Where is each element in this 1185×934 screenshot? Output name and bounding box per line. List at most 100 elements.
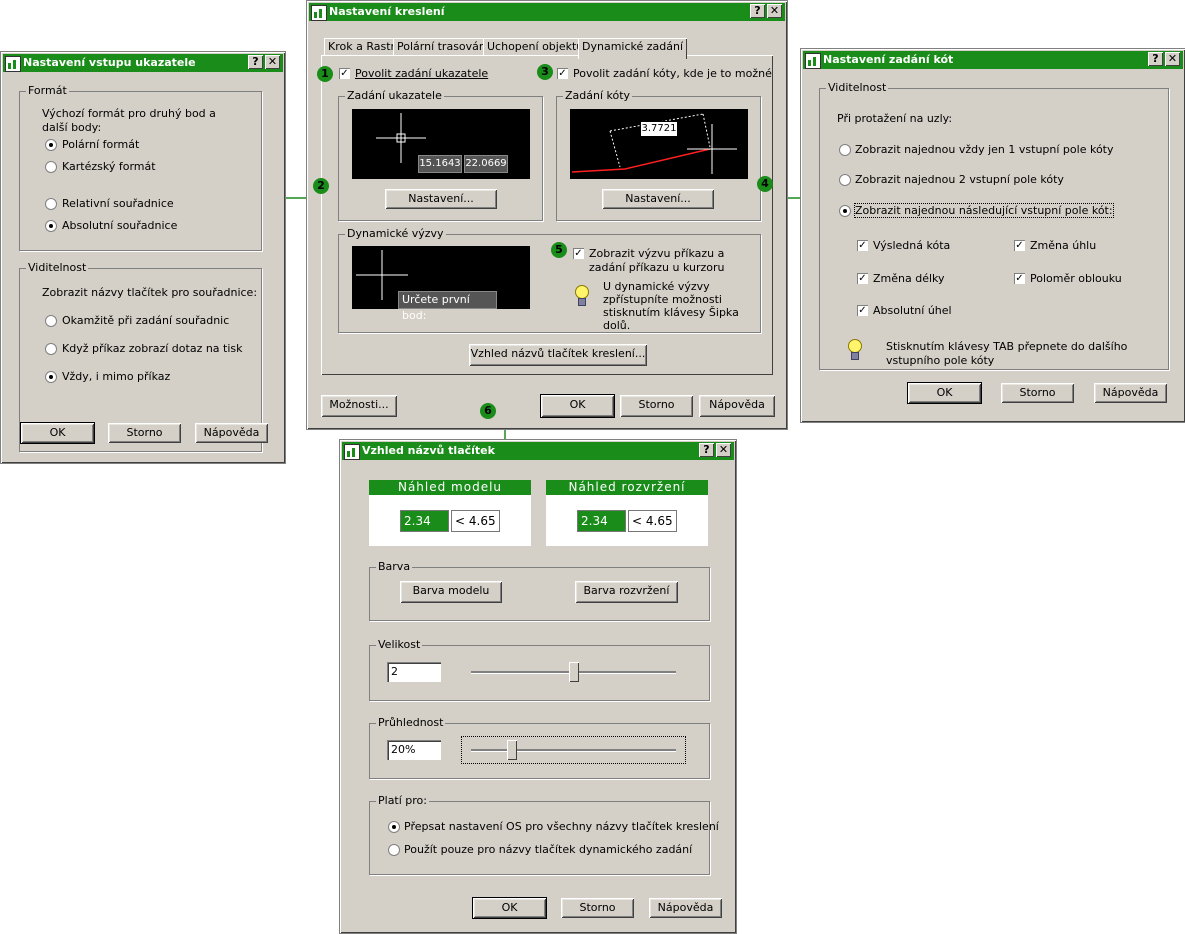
app-icon bbox=[5, 56, 21, 72]
help-icon[interactable]: ? bbox=[1148, 52, 1163, 66]
tooltip-appearance-dialog: Vzhled názvů tlačítek ? ✕ Náhled modelu … bbox=[339, 439, 737, 934]
dim-help-button[interactable]: Nápověda bbox=[1094, 383, 1167, 403]
close-icon[interactable]: ✕ bbox=[1165, 52, 1180, 66]
dim-visibility-group-label: Viditelnost bbox=[826, 81, 889, 94]
close-icon[interactable]: ✕ bbox=[265, 55, 280, 69]
polar-format-radio[interactable] bbox=[45, 139, 57, 151]
layout-preview-value2: < 4.65 bbox=[628, 510, 677, 532]
tab-snap-grid[interactable]: Krok a Rastr bbox=[324, 38, 400, 55]
show-prompts-checkbox[interactable]: ✓ bbox=[573, 248, 584, 259]
enable-dim-label: Povolit zadání kóty, kde je to možné bbox=[573, 67, 772, 80]
size-input[interactable]: 2 bbox=[387, 662, 441, 682]
size-slider-thumb[interactable] bbox=[568, 662, 579, 682]
layout-color-button[interactable]: Barva rozvržení bbox=[575, 581, 678, 603]
pointer-cancel-button[interactable]: Storno bbox=[108, 423, 181, 443]
dim-preview: 3.7721 bbox=[570, 109, 748, 179]
tooltip-dialog-titlebar[interactable]: Vzhled názvů tlačítek ? ✕ bbox=[342, 442, 734, 460]
app-icon bbox=[805, 53, 821, 69]
arc-radius-label: Poloměr oblouku bbox=[1030, 272, 1122, 285]
size-group: Velikost 2 bbox=[369, 638, 710, 701]
arc-radius-checkbox[interactable]: ✓ bbox=[1014, 273, 1025, 284]
color-group-label: Barva bbox=[376, 560, 413, 573]
dim-opt1-radio[interactable] bbox=[839, 144, 851, 156]
absolute-angle-checkbox[interactable]: ✓ bbox=[857, 305, 868, 316]
format-group-label: Formát bbox=[26, 84, 69, 97]
main-help-button[interactable]: Nápověda bbox=[699, 395, 775, 417]
apply-dynamic-only-radio[interactable] bbox=[388, 844, 400, 856]
tooltip-cancel-button[interactable]: Storno bbox=[561, 898, 634, 918]
pointer-dialog-titlebar[interactable]: Nastavení vstupu ukazatele ? ✕ bbox=[3, 54, 283, 72]
relative-coords-radio[interactable] bbox=[45, 198, 57, 210]
vis-prompt-radio[interactable] bbox=[45, 343, 57, 355]
tab-dynamic-input[interactable]: Dynamické zadání bbox=[578, 38, 688, 59]
angle-change-checkbox[interactable]: ✓ bbox=[1014, 240, 1025, 251]
color-group: Barva Barva modelu Barva rozvržení bbox=[369, 560, 710, 621]
show-prompts-label: Zobrazit výzvu příkazu a zadání příkazu … bbox=[589, 247, 725, 274]
help-icon[interactable]: ? bbox=[699, 443, 714, 457]
pointer-input-group: Zadání ukazatele 15.1643 22.0669 Nastave… bbox=[338, 89, 543, 221]
cartesian-format-radio[interactable] bbox=[45, 161, 57, 173]
help-icon[interactable]: ? bbox=[750, 4, 765, 18]
dim-dialog-titlebar[interactable]: Nastavení zadání kót ? ✕ bbox=[803, 51, 1183, 69]
main-dialog-titlebar[interactable]: Nastavení kreslení ? ✕ bbox=[309, 3, 785, 21]
transparency-input[interactable]: 20% bbox=[387, 740, 441, 760]
dim-opt2-label: Zobrazit najednou 2 vstupní pole kóty bbox=[855, 173, 1064, 186]
main-dialog-title: Nastavení kreslení bbox=[329, 5, 445, 18]
dim-opt3-radio[interactable] bbox=[839, 205, 851, 217]
options-button[interactable]: Možnosti... bbox=[321, 395, 397, 417]
transparency-slider-thumb[interactable] bbox=[507, 740, 517, 760]
absolute-coords-radio[interactable] bbox=[45, 220, 57, 232]
main-ok-button[interactable]: OK bbox=[540, 394, 615, 418]
tooltip-dialog-title: Vzhled názvů tlačítek bbox=[362, 444, 495, 457]
lightbulb-icon bbox=[847, 339, 862, 360]
marker-1: 1 bbox=[317, 66, 333, 82]
transparency-group: Průhlednost 20% bbox=[369, 716, 710, 779]
tab-object-snap[interactable]: Uchopení objektu bbox=[483, 38, 588, 55]
close-icon[interactable]: ✕ bbox=[716, 443, 731, 457]
apply-dynamic-only-label: Použít pouze pro názvy tlačítek dynamick… bbox=[404, 843, 693, 856]
vis-immediate-radio[interactable] bbox=[45, 315, 57, 327]
dynamic-prompts-group-label: Dynamické výzvy bbox=[345, 227, 446, 240]
transparency-slider-track[interactable] bbox=[471, 749, 676, 752]
pointer-help-button[interactable]: Nápověda bbox=[195, 423, 268, 443]
length-change-label: Změna délky bbox=[873, 272, 945, 285]
dim-dialog-title: Nastavení zadání kót bbox=[823, 53, 954, 66]
tooltip-ok-button[interactable]: OK bbox=[472, 897, 547, 919]
tab-polar-tracking[interactable]: Polární trasování bbox=[393, 38, 493, 55]
model-color-button[interactable]: Barva modelu bbox=[400, 581, 502, 603]
length-change-checkbox[interactable]: ✓ bbox=[857, 273, 868, 284]
result-dim-checkbox[interactable]: ✓ bbox=[857, 240, 868, 251]
vis-always-radio[interactable] bbox=[45, 371, 57, 383]
main-cancel-button[interactable]: Storno bbox=[620, 395, 693, 417]
close-icon[interactable]: ✕ bbox=[767, 4, 782, 18]
dim-visibility-group: Viditelnost Při protažení na uzly: Zobra… bbox=[819, 81, 1169, 370]
prompts-tip: U dynamické výzvy zpřístupníte možnosti … bbox=[603, 280, 739, 332]
model-preview: 2.34 < 4.65 bbox=[369, 495, 531, 546]
model-preview-value2: < 4.65 bbox=[451, 510, 500, 532]
prompt-preview: Určete první bod: bbox=[352, 246, 530, 322]
pointer-ok-button[interactable]: OK bbox=[20, 422, 95, 444]
dim-settings-button[interactable]: Nastavení... bbox=[602, 189, 714, 209]
marker-4: 4 bbox=[757, 176, 773, 192]
app-icon bbox=[311, 5, 327, 21]
enable-pointer-checkbox[interactable]: ✓ bbox=[339, 68, 350, 79]
absolute-coords-label: Absolutní souřadnice bbox=[62, 219, 178, 232]
layout-preview: 2.34 < 4.65 bbox=[546, 495, 708, 546]
pointer-preview: 15.1643 22.0669 bbox=[352, 109, 530, 179]
dim-ok-button[interactable]: OK bbox=[907, 382, 982, 404]
pointer-settings-button[interactable]: Nastavení... bbox=[385, 189, 497, 209]
dimension-icon bbox=[571, 113, 737, 174]
apply-os-override-radio[interactable] bbox=[388, 821, 400, 833]
apply-os-override-label: Přepsat nastavení OS pro všechny názvy t… bbox=[404, 820, 719, 833]
help-icon[interactable]: ? bbox=[248, 55, 263, 69]
apply-group: Platí pro: Přepsat nastavení OS pro všec… bbox=[369, 794, 719, 875]
pointer-dialog-title: Nastavení vstupu ukazatele bbox=[23, 56, 196, 69]
dim-cancel-button[interactable]: Storno bbox=[1001, 383, 1074, 403]
marker-6: 6 bbox=[480, 403, 496, 419]
dim-opt2-radio[interactable] bbox=[839, 174, 851, 186]
enable-dim-checkbox[interactable]: ✓ bbox=[557, 68, 568, 79]
layout-preview-value: 2.34 bbox=[577, 510, 626, 532]
app-icon bbox=[344, 444, 360, 460]
tooltip-appearance-button[interactable]: Vzhled názvů tlačítek kreslení... bbox=[469, 344, 647, 366]
tooltip-help-button[interactable]: Nápověda bbox=[649, 898, 722, 918]
